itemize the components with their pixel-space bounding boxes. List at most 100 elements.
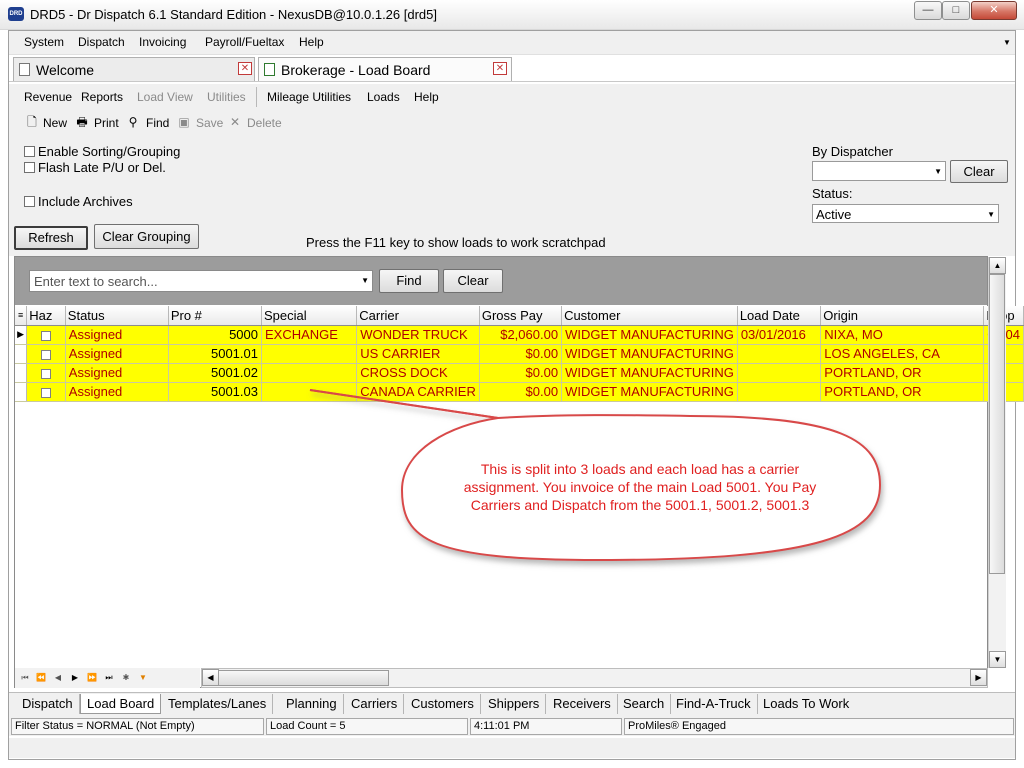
column-header-haz[interactable]: Haz xyxy=(26,306,66,326)
magnifier-icon[interactable]: ⚲ xyxy=(126,115,140,129)
flash-late-checkbox[interactable] xyxy=(24,162,35,173)
new-document-icon[interactable]: 🗋 xyxy=(25,115,39,129)
tab-planning[interactable]: Planning xyxy=(280,694,344,714)
carrier-cell[interactable]: US CARRIER xyxy=(356,344,480,364)
carrier-cell[interactable]: WONDER TRUCK xyxy=(356,325,480,345)
scroll-left-icon[interactable]: ◀ xyxy=(202,669,219,686)
load-date-cell[interactable]: 03/01/2016 xyxy=(737,325,822,345)
customer-cell[interactable]: WIDGET MANUFACTURING xyxy=(561,325,738,345)
column-header-carrier[interactable]: Carrier xyxy=(356,306,480,326)
next-page-icon[interactable]: ⏩ xyxy=(85,672,99,684)
vertical-scroll-thumb[interactable] xyxy=(989,274,1005,574)
close-window-button[interactable]: ✕ xyxy=(971,1,1017,20)
pro-cell[interactable]: 5001.02 xyxy=(168,363,262,383)
haz-checkbox[interactable] xyxy=(41,387,52,398)
tab-customers[interactable]: Customers xyxy=(405,694,481,714)
origin-cell[interactable]: NIXA, MO xyxy=(820,325,985,345)
tab-brokerage-load-board[interactable]: Brokerage - Load Board ✕ xyxy=(258,57,512,81)
status-cell[interactable]: Assigned xyxy=(65,363,169,383)
dispatcher-clear-button[interactable]: Clear xyxy=(950,160,1008,183)
pro-cell[interactable]: 5001.01 xyxy=(168,344,262,364)
close-icon[interactable]: ✕ xyxy=(238,62,252,75)
menu-invoicing[interactable]: Invoicing xyxy=(139,35,186,49)
submenu-load-view[interactable]: Load View xyxy=(137,90,193,104)
chevron-down-icon[interactable]: ▼ xyxy=(1003,38,1011,47)
status-select[interactable]: Active ▼ xyxy=(812,204,999,223)
tab-shippers[interactable]: Shippers xyxy=(482,694,547,714)
maximize-button[interactable]: □ xyxy=(942,1,970,20)
tab-carriers[interactable]: Carriers xyxy=(345,694,405,714)
load-date-cell[interactable] xyxy=(737,344,822,364)
find-button[interactable]: Find xyxy=(146,116,169,130)
last-page-icon[interactable]: ⏭ xyxy=(102,672,116,684)
search-clear-button[interactable]: Clear xyxy=(443,269,503,293)
haz-checkbox[interactable] xyxy=(41,368,52,379)
chevron-down-icon[interactable]: ▼ xyxy=(361,276,369,285)
haz-checkbox[interactable] xyxy=(41,349,52,360)
column-selector-header[interactable]: ≡ xyxy=(15,306,28,326)
gross-pay-cell[interactable]: $2,060.00 xyxy=(479,325,563,345)
delete-x-icon[interactable]: ✕ xyxy=(228,115,242,129)
row-selector[interactable] xyxy=(15,382,28,402)
new-button[interactable]: New xyxy=(43,116,67,130)
haz-cell[interactable] xyxy=(26,325,66,345)
insert-record-icon[interactable]: ✱ xyxy=(119,672,133,684)
prev-page-icon[interactable]: ⏪ xyxy=(34,672,48,684)
special-cell[interactable]: EXCHANGE xyxy=(261,325,358,345)
save-icon[interactable]: ▣ xyxy=(177,115,191,129)
tab-welcome[interactable]: Welcome ✕ xyxy=(13,57,255,81)
enable-sorting-checkbox[interactable] xyxy=(24,146,35,157)
menu-payroll-fueltax[interactable]: Payroll/Fueltax xyxy=(205,35,284,49)
menu-dispatch[interactable]: Dispatch xyxy=(78,35,125,49)
row-selector[interactable] xyxy=(15,344,28,364)
haz-cell[interactable] xyxy=(26,363,66,383)
minimize-button[interactable]: — xyxy=(914,1,942,20)
dispatcher-select[interactable]: ▼ xyxy=(812,161,946,181)
tab-templates-lanes[interactable]: Templates/Lanes xyxy=(162,694,274,714)
horizontal-scroll-thumb[interactable] xyxy=(218,670,389,686)
scroll-right-icon[interactable]: ▶ xyxy=(970,669,987,686)
submenu-loads[interactable]: Loads xyxy=(367,90,400,104)
submenu-utilities[interactable]: Utilities xyxy=(207,90,246,104)
scroll-down-icon[interactable]: ▼ xyxy=(989,651,1006,668)
tab-load-board[interactable]: Load Board xyxy=(80,694,162,714)
tab-search[interactable]: Search xyxy=(617,694,672,714)
tab-receivers[interactable]: Receivers xyxy=(547,694,618,714)
pro-cell[interactable]: 5001.03 xyxy=(168,382,262,402)
menu-help[interactable]: Help xyxy=(299,35,324,49)
status-cell[interactable]: Assigned xyxy=(65,325,169,345)
pro-cell[interactable]: 5000 xyxy=(168,325,262,345)
next-record-icon[interactable]: ▶ xyxy=(68,672,82,684)
include-archives-checkbox[interactable] xyxy=(24,196,35,207)
haz-cell[interactable] xyxy=(26,382,66,402)
search-find-button[interactable]: Find xyxy=(379,269,439,293)
status-cell[interactable]: Assigned xyxy=(65,382,169,402)
save-button[interactable]: Save xyxy=(196,116,223,130)
column-header-special[interactable]: Special xyxy=(261,306,358,326)
close-icon[interactable]: ✕ xyxy=(493,62,507,75)
submenu-help[interactable]: Help xyxy=(414,90,439,104)
status-cell[interactable]: Assigned xyxy=(65,344,169,364)
clear-grouping-button[interactable]: Clear Grouping xyxy=(94,224,199,249)
column-header-origin[interactable]: Origin xyxy=(820,306,985,326)
grid-search-box[interactable]: ▼ xyxy=(29,270,373,292)
column-header-status[interactable]: Status xyxy=(65,306,169,326)
haz-checkbox[interactable] xyxy=(41,330,52,341)
haz-cell[interactable] xyxy=(26,344,66,364)
column-header-customer[interactable]: Customer xyxy=(561,306,738,326)
column-header-gross-pay[interactable]: Gross Pay xyxy=(479,306,563,326)
search-input[interactable] xyxy=(32,272,352,290)
column-header-load-date[interactable]: Load Date xyxy=(737,306,822,326)
prev-record-icon[interactable]: ◀ xyxy=(51,672,65,684)
print-button[interactable]: Print xyxy=(94,116,119,130)
column-header-pro[interactable]: Pro # xyxy=(168,306,262,326)
submenu-revenue[interactable]: Revenue xyxy=(24,90,72,104)
first-page-icon[interactable]: ⏮ xyxy=(18,672,32,684)
table-row[interactable]: ▶ Assigned 5000 EXCHANGE WONDER TRUCK $2… xyxy=(15,325,1024,345)
refresh-button[interactable]: Refresh xyxy=(14,226,88,250)
tab-dispatch[interactable]: Dispatch xyxy=(16,694,80,714)
customer-cell[interactable]: WIDGET MANUFACTURING xyxy=(561,344,738,364)
filter-icon[interactable]: ▼ xyxy=(136,672,150,684)
submenu-mileage-utilities[interactable]: Mileage Utilities xyxy=(267,90,351,104)
row-selector[interactable] xyxy=(15,363,28,383)
